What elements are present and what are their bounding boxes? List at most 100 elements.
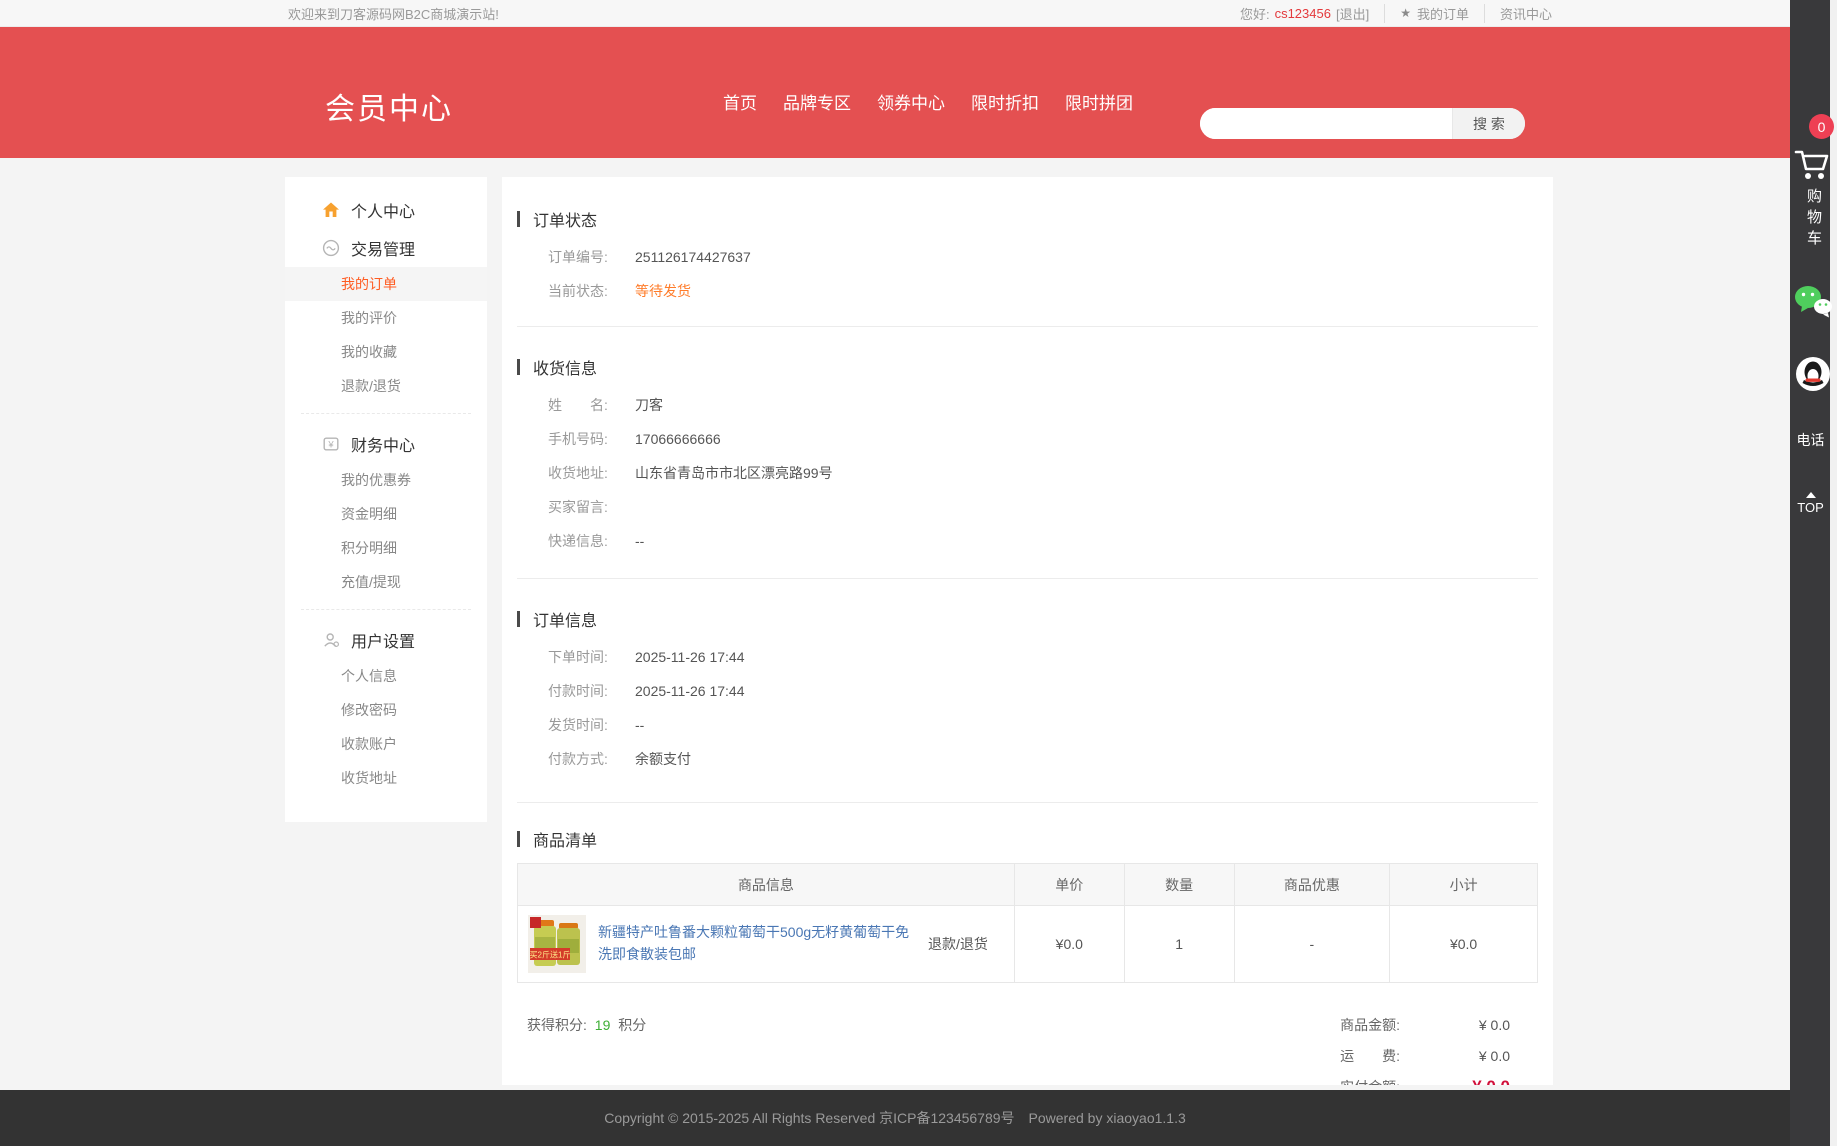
sidebar-item-my-orders[interactable]: 我的订单 bbox=[285, 267, 487, 301]
section-title-text: 收货信息 bbox=[533, 355, 597, 379]
goods-amount-value: ¥ 0.0 bbox=[1400, 1017, 1510, 1033]
sidebar-item-my-reviews[interactable]: 我的评价 bbox=[285, 301, 487, 335]
order-state-row: 当前状态: 等待发货 bbox=[517, 274, 1538, 308]
ship-time-row: 发货时间: -- bbox=[517, 708, 1538, 742]
site-logo[interactable]: 会员中心 bbox=[325, 84, 453, 128]
sidebar-item-shipping-address[interactable]: 收货地址 bbox=[285, 761, 487, 795]
page-footer: Copyright © 2015-2025 All Rights Reserve… bbox=[0, 1090, 1790, 1146]
sidebar-item-personal-info[interactable]: 个人信息 bbox=[285, 659, 487, 693]
scrollbar[interactable] bbox=[1830, 0, 1837, 1146]
nav-item-group-buy[interactable]: 限时拼团 bbox=[1065, 89, 1133, 114]
total-label: 实付金额: bbox=[1340, 1077, 1400, 1086]
pay-method-value: 余额支付 bbox=[635, 749, 691, 769]
row-label: 姓 名: bbox=[548, 395, 635, 415]
nav-item-brands[interactable]: 品牌专区 bbox=[783, 89, 851, 114]
col-unit-price: 单价 bbox=[1014, 864, 1124, 906]
cart-label[interactable]: 购物车 bbox=[1803, 188, 1824, 251]
subtotal-value: ¥0.0 bbox=[1390, 906, 1538, 983]
row-label: 手机号码: bbox=[548, 429, 635, 449]
section-title: 订单信息 bbox=[517, 607, 1538, 631]
sidebar-item-change-password[interactable]: 修改密码 bbox=[285, 693, 487, 727]
totals-block: 商品金额: ¥ 0.0 运 费: ¥ 0.0 实付金额: ¥ 0.0 bbox=[1340, 1009, 1510, 1085]
points-value: 19 bbox=[595, 1017, 611, 1033]
news-center-link[interactable]: 资讯中心 bbox=[1500, 4, 1552, 23]
consignee-row: 姓 名: 刀客 bbox=[517, 388, 1538, 422]
address-row: 收货地址: 山东省青岛市市北区漂亮路99号 bbox=[517, 456, 1538, 490]
sidebar-item-funds-detail[interactable]: 资金明细 bbox=[285, 497, 487, 531]
search-input[interactable] bbox=[1200, 108, 1452, 139]
section-title: 收货信息 bbox=[517, 355, 1538, 379]
order-detail-card: 订单状态 订单编号: 251126174427637 当前状态: 等待发货 收货… bbox=[502, 177, 1553, 1085]
row-label: 快递信息: bbox=[548, 531, 635, 551]
sidebar-item-refunds[interactable]: 退款/退货 bbox=[285, 369, 487, 403]
shipping-info-section: 收货信息 姓 名: 刀客 手机号码: 17066666666 收货地址: 山东省… bbox=[517, 327, 1538, 579]
trade-icon bbox=[322, 239, 340, 257]
row-label: 付款方式: bbox=[548, 749, 635, 769]
wechat-icon[interactable] bbox=[1794, 284, 1833, 318]
nav-item-home[interactable]: 首页 bbox=[723, 89, 757, 114]
logout-link[interactable]: [退出] bbox=[1336, 4, 1369, 23]
cart-icon[interactable] bbox=[1793, 147, 1831, 183]
order-time-row: 下单时间: 2025-11-26 17:44 bbox=[517, 640, 1538, 674]
express-info-value: -- bbox=[635, 533, 644, 549]
order-summary: 获得积分: 19 积分 商品金额: ¥ 0.0 运 费: ¥ 0.0 实付金额: bbox=[517, 983, 1538, 1085]
row-label: 订单编号: bbox=[548, 247, 635, 267]
sidebar-section-personal-center[interactable]: 个人中心 bbox=[285, 191, 487, 229]
row-label: 买家留言: bbox=[548, 497, 635, 517]
points-label: 获得积分: bbox=[527, 1017, 587, 1033]
col-discount: 商品优惠 bbox=[1234, 864, 1390, 906]
title-bar-icon bbox=[517, 211, 520, 227]
star-icon: ★ bbox=[1400, 6, 1411, 20]
refund-link[interactable]: 退款/退货 bbox=[928, 934, 988, 954]
order-status-section: 订单状态 订单编号: 251126174427637 当前状态: 等待发货 bbox=[517, 177, 1538, 327]
back-to-top-button[interactable]: TOP bbox=[1790, 492, 1831, 515]
product-image[interactable]: 买2斤送1斤 bbox=[528, 915, 586, 973]
address-value: 山东省青岛市市北区漂亮路99号 bbox=[635, 463, 833, 483]
topbar-my-orders-link[interactable]: 我的订单 bbox=[1417, 4, 1469, 23]
sidebar-item-recharge-withdraw[interactable]: 充值/提现 bbox=[285, 565, 487, 599]
member-sidebar: 个人中心 交易管理 我的订单 我的评价 我的收藏 退款/退货 ¥ 财务中心 我的… bbox=[285, 177, 487, 822]
sidebar-item-my-favorites[interactable]: 我的收藏 bbox=[285, 335, 487, 369]
title-bar-icon bbox=[517, 611, 520, 627]
sidebar-section-label: 个人中心 bbox=[351, 198, 415, 222]
sidebar-section-trade[interactable]: 交易管理 bbox=[285, 229, 487, 267]
product-image-banner: 买2斤送1斤 bbox=[530, 950, 571, 960]
row-label: 下单时间: bbox=[548, 647, 635, 667]
greeting-group: 您好: cs123456 [退出] bbox=[1225, 4, 1384, 23]
qq-icon[interactable] bbox=[1794, 355, 1832, 393]
goods-list-section: 商品清单 商品信息 单价 数量 商品优惠 小计 bbox=[517, 803, 1538, 1085]
sidebar-item-points-detail[interactable]: 积分明细 bbox=[285, 531, 487, 565]
section-title: 商品清单 bbox=[517, 827, 1538, 851]
sidebar-section-finance[interactable]: ¥ 财务中心 bbox=[285, 425, 487, 463]
sidebar-item-my-coupons[interactable]: 我的优惠券 bbox=[285, 463, 487, 497]
points-unit: 积分 bbox=[618, 1017, 646, 1033]
buyer-message-row: 买家留言: bbox=[517, 490, 1538, 524]
points-earned: 获得积分: 19 积分 bbox=[527, 1015, 646, 1085]
finance-icon: ¥ bbox=[322, 435, 340, 453]
total-label: 运 费: bbox=[1340, 1046, 1400, 1066]
pay-method-row: 付款方式: 余额支付 bbox=[517, 742, 1538, 776]
consignee-value: 刀客 bbox=[635, 395, 663, 415]
discount-value: - bbox=[1234, 906, 1390, 983]
product-cell: 买2斤送1斤 新疆特产吐鲁番大颗粒葡萄干500g无籽黄葡萄干免洗即食散装包邮 退… bbox=[518, 915, 1014, 973]
welcome-text: 欢迎来到刀客源码网B2C商城演示站! bbox=[288, 4, 499, 23]
items-table: 商品信息 单价 数量 商品优惠 小计 bbox=[517, 863, 1538, 983]
shipping-fee-value: ¥ 0.0 bbox=[1400, 1048, 1510, 1064]
home-icon bbox=[322, 201, 340, 219]
top-utility-bar: 欢迎来到刀客源码网B2C商城演示站! 您好: cs123456 [退出] ★ 我… bbox=[0, 0, 1790, 27]
content-area: 个人中心 交易管理 我的订单 我的评价 我的收藏 退款/退货 ¥ 财务中心 我的… bbox=[0, 158, 1790, 1090]
ship-time-value: -- bbox=[635, 717, 644, 733]
pay-time-value: 2025-11-26 17:44 bbox=[635, 683, 745, 699]
total-label: 商品金额: bbox=[1340, 1015, 1400, 1035]
shipping-fee-row: 运 费: ¥ 0.0 bbox=[1340, 1040, 1510, 1071]
phone-button[interactable]: 电话 bbox=[1790, 430, 1831, 450]
product-name-link[interactable]: 新疆特产吐鲁番大颗粒葡萄干500g无籽黄葡萄干免洗即食散装包邮 bbox=[598, 922, 910, 965]
paid-amount-row: 实付金额: ¥ 0.0 bbox=[1340, 1071, 1510, 1085]
row-label: 收货地址: bbox=[548, 463, 635, 483]
sidebar-section-user-settings[interactable]: 用户设置 bbox=[285, 621, 487, 659]
search-button[interactable]: 搜 索 bbox=[1452, 108, 1525, 139]
nav-item-coupons[interactable]: 领券中心 bbox=[877, 89, 945, 114]
sidebar-item-payment-account[interactable]: 收款账户 bbox=[285, 727, 487, 761]
unit-price-value: ¥0.0 bbox=[1014, 906, 1124, 983]
nav-item-flash-discount[interactable]: 限时折扣 bbox=[971, 89, 1039, 114]
